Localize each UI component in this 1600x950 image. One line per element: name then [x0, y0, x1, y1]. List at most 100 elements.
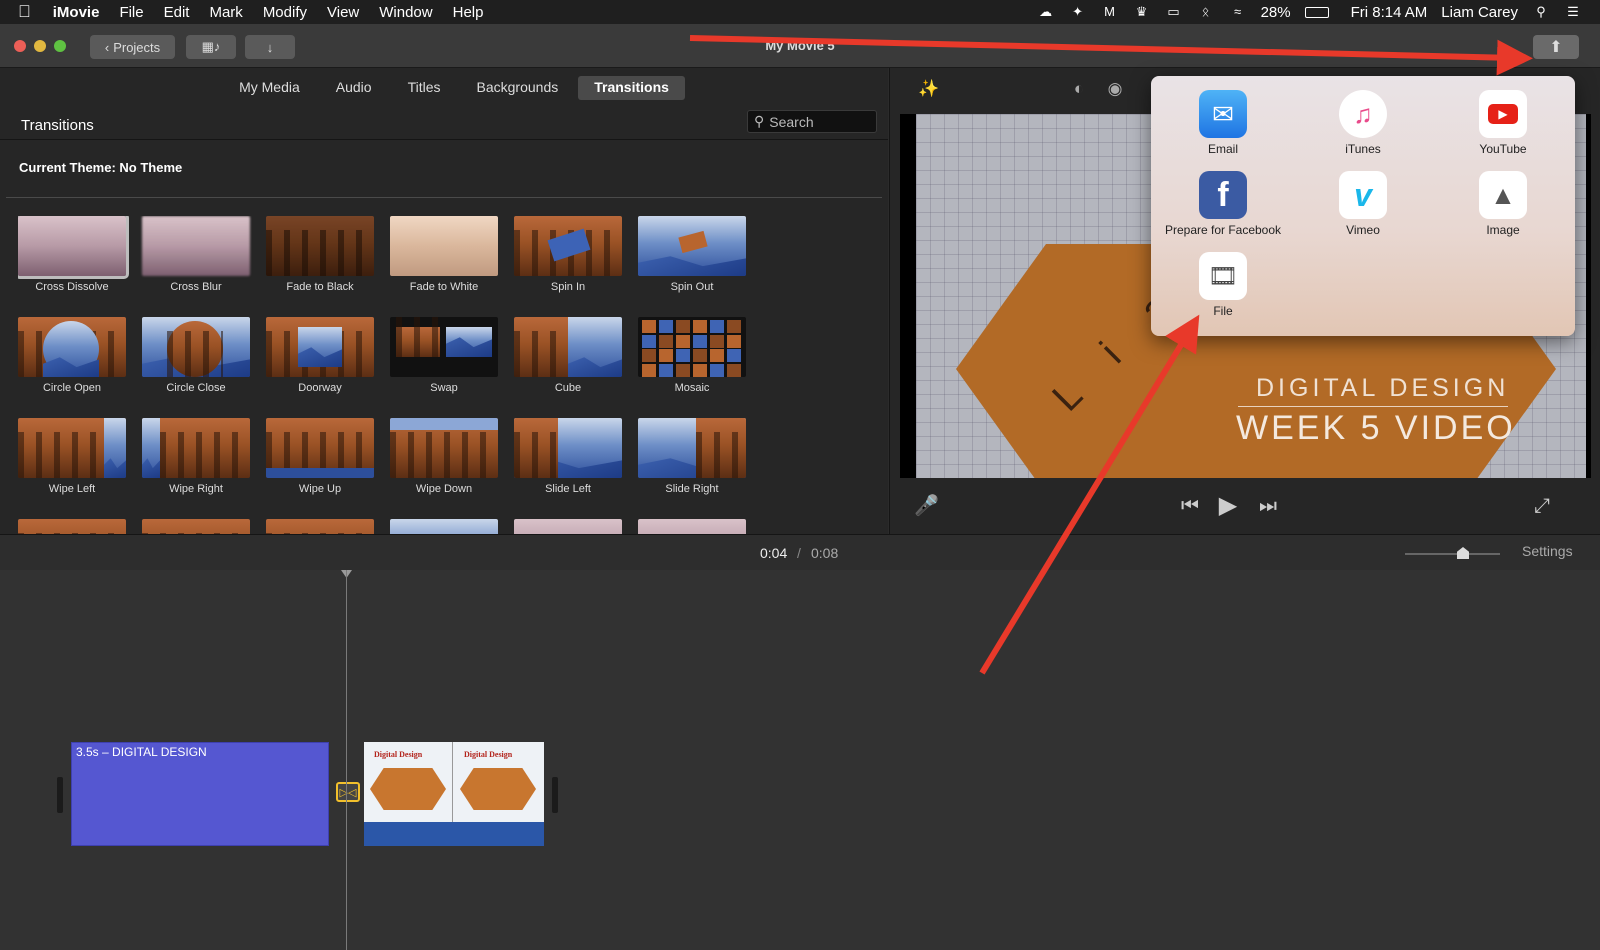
magic-wand-icon[interactable]: ✨ — [918, 78, 940, 100]
transition-tile-spin-in[interactable]: Spin In — [514, 216, 622, 293]
battery-icon[interactable] — [1304, 6, 1329, 18]
import-button[interactable]: ↓ — [245, 35, 295, 59]
transition-label: Swap — [430, 382, 458, 394]
trim-handle-left[interactable] — [57, 777, 63, 813]
transition-label: Cross Dissolve — [35, 281, 109, 293]
content-browser: My Media Audio Titles Backgrounds Transi… — [0, 68, 888, 536]
transition-tile-spin-out[interactable]: Spin Out — [638, 216, 746, 293]
bluetooth-icon[interactable]: ᛟ — [1197, 5, 1215, 19]
projects-button[interactable]: ‹ Projects — [90, 35, 175, 59]
transition-tile-swap[interactable]: Swap — [390, 317, 498, 394]
share-button[interactable]: ⬆ — [1533, 35, 1579, 59]
video-clip[interactable]: Digital Design Digital Design — [364, 742, 544, 846]
menu-app-name[interactable]: iMovie — [53, 4, 100, 21]
menu-window[interactable]: Window — [379, 4, 432, 21]
color-palette-icon[interactable]: ◉ — [1104, 78, 1126, 100]
transition-tile-doorway[interactable]: Doorway — [266, 317, 374, 394]
mosaic-cell — [693, 349, 707, 362]
film-music-icon: ▦♪ — [201, 39, 221, 54]
transition-tile-mosaic[interactable]: Mosaic — [638, 317, 746, 394]
transition-marker-icon[interactable]: ▷◁ — [336, 782, 360, 802]
total-time: 0:08 — [811, 545, 839, 561]
share-youtube[interactable]: ▶ YouTube — [1435, 90, 1571, 156]
transition-tile-slide-left[interactable]: Slide Left — [514, 418, 622, 495]
title-clip[interactable]: 3.5s – DIGITAL DESIGN — [71, 742, 329, 846]
transition-thumbnail — [142, 216, 250, 276]
minimize-window-button[interactable] — [34, 40, 46, 52]
extension-icon[interactable]: ✦ — [1069, 5, 1087, 19]
transition-tile-cross-dissolve[interactable]: Cross Dissolve — [18, 216, 129, 293]
transition-tile-circle-close[interactable]: Circle Close — [142, 317, 250, 394]
skip-back-icon[interactable]: ⏮ — [1178, 494, 1202, 518]
mosaic-cell — [710, 349, 724, 362]
share-email[interactable]: ✉ Email — [1155, 90, 1291, 156]
share-image[interactable]: ▲ Image — [1435, 171, 1571, 237]
transition-thumbnail — [514, 418, 622, 478]
share-file[interactable]: 🎞 File — [1155, 252, 1291, 318]
airplay-icon[interactable]: ▭ — [1165, 5, 1183, 19]
spotlight-search-icon[interactable]: ⚲ — [1532, 5, 1550, 19]
microphone-icon[interactable]: 🎤 — [914, 494, 939, 518]
search-input[interactable]: ⚲ Search — [747, 110, 877, 133]
menu-help[interactable]: Help — [453, 4, 484, 21]
menu-user[interactable]: Liam Carey — [1441, 4, 1518, 21]
image-icon: ▲ — [1479, 171, 1527, 219]
transition-tile-cross-blur[interactable]: Cross Blur — [142, 216, 250, 293]
zoom-slider-knob[interactable] — [1457, 547, 1469, 559]
transition-tile-fade-to-white[interactable]: Fade to White — [390, 216, 498, 293]
share-vimeo[interactable]: v Vimeo — [1295, 171, 1431, 237]
overlay-title-line-1: DIGITAL DESIGN — [1256, 374, 1510, 402]
mosaic-cell — [676, 320, 690, 333]
menu-clock[interactable]: Fri 8:14 AM — [1351, 4, 1428, 21]
settings-button[interactable]: Settings — [1522, 543, 1573, 559]
tab-my-media[interactable]: My Media — [223, 76, 316, 100]
transition-label: Slide Right — [665, 483, 719, 495]
timeline-toolbar: 0:04 / 0:08 Settings — [0, 534, 1600, 570]
transition-tile-wipe-down[interactable]: Wipe Down — [390, 418, 498, 495]
tab-transitions[interactable]: Transitions — [578, 76, 685, 100]
transition-tile-circle-open[interactable]: Circle Open — [18, 317, 126, 394]
malwarebytes-icon[interactable]: M — [1101, 5, 1119, 19]
transition-tile-wipe-left[interactable]: Wipe Left — [18, 418, 126, 495]
transition-tile-wipe-up[interactable]: Wipe Up — [266, 418, 374, 495]
zoom-slider[interactable] — [1405, 553, 1500, 555]
transition-thumbnail — [266, 418, 374, 478]
fullscreen-icon[interactable]: ⤢ — [1530, 494, 1554, 518]
menu-edit[interactable]: Edit — [164, 4, 190, 21]
playhead[interactable] — [346, 570, 347, 950]
color-balance-icon[interactable]: ◐ — [1068, 78, 1090, 100]
menu-file[interactable]: File — [119, 4, 143, 21]
tab-audio[interactable]: Audio — [320, 76, 388, 100]
notification-center-icon[interactable]: ☰ — [1564, 5, 1582, 19]
transition-tile-fade-to-black[interactable]: Fade to Black — [266, 216, 374, 293]
fullscreen-window-button[interactable] — [54, 40, 66, 52]
media-browser-toggle-button[interactable]: ▦♪ — [186, 35, 236, 59]
transition-thumbnail — [514, 317, 622, 377]
tab-titles[interactable]: Titles — [392, 76, 457, 100]
close-window-button[interactable] — [14, 40, 26, 52]
creative-cloud-icon[interactable]: ☁ — [1037, 5, 1055, 19]
transition-thumbnail — [390, 317, 498, 377]
transition-thumbnail — [514, 216, 622, 276]
timeline[interactable]: 3.5s – DIGITAL DESIGN ▷◁ Digital Design … — [0, 570, 1600, 950]
transition-tile-wipe-right[interactable]: Wipe Right — [142, 418, 250, 495]
clip-thumbnail-frame: Digital Design — [364, 742, 453, 822]
skip-forward-icon[interactable]: ⏭ — [1256, 494, 1280, 518]
clip-thumbnail-hexagon — [370, 768, 446, 810]
play-icon[interactable]: ▶ — [1216, 494, 1240, 518]
transition-tile-slide-right[interactable]: Slide Right — [638, 418, 746, 495]
apple-menu-icon[interactable]:  — [18, 2, 31, 22]
window-title: My Movie 5 — [765, 38, 835, 53]
wifi-icon[interactable]: ≈ — [1229, 5, 1247, 19]
menu-view[interactable]: View — [327, 4, 359, 21]
trim-handle-right[interactable] — [552, 777, 558, 813]
share-facebook[interactable]: f Prepare for Facebook — [1155, 171, 1291, 237]
tab-backgrounds[interactable]: Backgrounds — [461, 76, 575, 100]
mosaic-cell — [693, 320, 707, 333]
menu-modify[interactable]: Modify — [263, 4, 307, 21]
transitions-grid: Cross Dissolve Cross Blur Fade to Black … — [18, 216, 778, 536]
transition-tile-cube[interactable]: Cube — [514, 317, 622, 394]
share-itunes[interactable]: ♫ iTunes — [1295, 90, 1431, 156]
evernote-icon[interactable]: ♛ — [1133, 5, 1151, 19]
menu-mark[interactable]: Mark — [209, 4, 242, 21]
